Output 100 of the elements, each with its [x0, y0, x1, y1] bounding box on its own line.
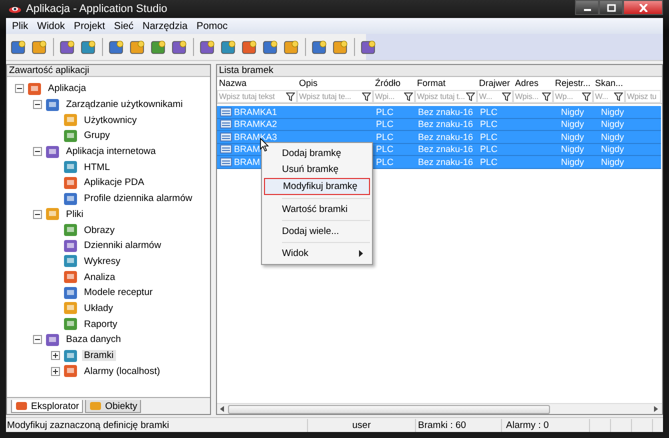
- filter-icon[interactable]: [286, 92, 295, 101]
- tree-item[interactable]: Analiza: [82, 272, 118, 283]
- tree-item[interactable]: Raporty: [82, 318, 120, 330]
- menu-item[interactable]: Widok: [264, 246, 370, 261]
- expander-icon[interactable]: [33, 210, 42, 219]
- tree-item[interactable]: Modele receptur: [82, 287, 155, 298]
- tile-icon: [63, 286, 79, 300]
- tile-icon: [150, 38, 167, 56]
- tab[interactable]: Eksplorator: [11, 400, 84, 413]
- table-cell: BRAM: [234, 156, 260, 167]
- tile-icon: [45, 144, 61, 159]
- tree-item[interactable]: Aplikacja: [46, 83, 88, 94]
- expander-icon[interactable]: [51, 366, 60, 376]
- expander-icon[interactable]: [33, 100, 42, 110]
- tree-item[interactable]: Bramki: [82, 350, 116, 362]
- table-cell: Bez znaku-16: [418, 144, 474, 154]
- tile-icon: [241, 38, 258, 56]
- tree-item[interactable]: Grupy: [82, 130, 112, 142]
- filter-field[interactable]: Wp...: [553, 90, 593, 103]
- expander-icon[interactable]: [33, 147, 42, 156]
- tree-item[interactable]: HTML: [82, 162, 112, 173]
- expander-icon[interactable]: [33, 335, 42, 344]
- tab[interactable]: Obiekty: [85, 400, 142, 413]
- filter-icon[interactable]: [582, 92, 591, 101]
- tile-icon: [129, 38, 146, 56]
- close-button[interactable]: [623, 0, 663, 15]
- minimize-button[interactable]: [575, 0, 599, 15]
- table-cell: Nigdy: [561, 132, 584, 142]
- table-cell: Nigdy: [561, 144, 584, 154]
- tree-item[interactable]: Zarządzanie użytkownikami: [64, 99, 185, 110]
- scroll-left-icon[interactable]: [220, 406, 225, 412]
- row-icon: [220, 119, 232, 130]
- menu-item[interactable]: Narzędzia: [142, 20, 188, 32]
- filter-field[interactable]: Wpi...: [373, 90, 415, 103]
- horizontal-scrollbar[interactable]: [217, 403, 662, 414]
- tree-item[interactable]: Obrazy: [82, 224, 117, 236]
- menu-item[interactable]: Sieć: [114, 20, 134, 32]
- tree-item[interactable]: Wykresy: [82, 256, 122, 267]
- tile-icon: [10, 38, 27, 56]
- filter-icon[interactable]: [404, 92, 413, 101]
- table-cell: PLC: [376, 132, 394, 142]
- row-icon: [220, 106, 232, 117]
- tile-icon: [63, 238, 79, 253]
- tree-item[interactable]: Baza danych: [64, 334, 123, 346]
- filter-field[interactable]: W...: [593, 90, 625, 103]
- expander-icon[interactable]: [15, 84, 24, 94]
- tree-item[interactable]: Aplikacje PDA: [82, 177, 146, 188]
- maximize-button[interactable]: [599, 0, 623, 15]
- menu-item[interactable]: Wartość bramki: [264, 202, 370, 217]
- tree-item[interactable]: Aplikacja internetowa: [64, 146, 158, 158]
- menu-item[interactable]: Modyfikuj bramkę: [264, 178, 370, 195]
- tree-item[interactable]: Profile dziennika alarmów: [82, 193, 194, 204]
- filter-icon[interactable]: [614, 92, 623, 101]
- menu-item[interactable]: Plik: [12, 20, 28, 32]
- tree-item[interactable]: Alarmy (localhost): [82, 366, 162, 377]
- status-message: Modyfikuj zaznaczoną definicję bramki: [6, 418, 308, 432]
- table-cell: Bez znaku-16: [418, 132, 474, 142]
- menu-item[interactable]: Dodaj wiele...: [264, 224, 370, 239]
- tree-item[interactable]: Użytkownicy: [82, 114, 139, 126]
- filter-icon[interactable]: [466, 92, 475, 101]
- filter-field[interactable]: Wpisz tutaj t...: [415, 90, 477, 103]
- tile-icon: [63, 223, 79, 238]
- table-cell: PLC: [376, 144, 394, 154]
- table-cell: PLC: [480, 106, 498, 117]
- tile-icon: [171, 38, 188, 56]
- filter-icon[interactable]: [362, 92, 371, 101]
- column-header[interactable]: Adres: [515, 78, 539, 88]
- tile-icon: [311, 38, 328, 56]
- filter-field[interactable]: Wpisz tutaj te...: [297, 90, 373, 103]
- close-icon: [638, 4, 648, 12]
- table-cell: PLC: [376, 106, 394, 117]
- menu-item[interactable]: Pomoc: [196, 20, 228, 32]
- filter-field[interactable]: Wpisz tutaj tekst: [217, 90, 297, 103]
- table-cell: PLC: [480, 119, 498, 130]
- scroll-right-icon[interactable]: [654, 406, 659, 412]
- maximize-icon: [606, 4, 616, 12]
- tree-item[interactable]: Dzienniki alarmów: [82, 240, 164, 252]
- column-header[interactable]: Nazwa: [219, 78, 247, 88]
- column-header[interactable]: Drajwer: [479, 78, 510, 88]
- tree-item[interactable]: Układy: [82, 302, 116, 314]
- filter-icon[interactable]: [502, 92, 511, 101]
- tree-item[interactable]: Pliki: [64, 208, 86, 220]
- column-header[interactable]: Skan...: [595, 78, 624, 88]
- row-icon: [220, 156, 232, 167]
- expander-icon[interactable]: [51, 351, 60, 360]
- column-header[interactable]: Źródło: [375, 78, 401, 88]
- tile-icon: [63, 317, 79, 332]
- table-cell: Bez znaku-16: [418, 119, 474, 130]
- column-header[interactable]: Format: [417, 78, 446, 88]
- menu-item[interactable]: Widok: [37, 20, 65, 32]
- filter-field[interactable]: Wpis...: [513, 90, 553, 103]
- column-header[interactable]: Rejestr...: [555, 78, 591, 88]
- menu-item[interactable]: Projekt: [74, 20, 106, 32]
- tile-icon: [59, 38, 76, 56]
- column-header[interactable]: Opis: [299, 78, 318, 88]
- status-alarms: Alarmy : 0: [502, 418, 590, 432]
- filter-field[interactable]: W...: [477, 90, 513, 103]
- filter-icon[interactable]: [542, 92, 551, 101]
- tile-icon: [199, 38, 216, 56]
- filter-field[interactable]: Wpisz tu: [625, 90, 661, 103]
